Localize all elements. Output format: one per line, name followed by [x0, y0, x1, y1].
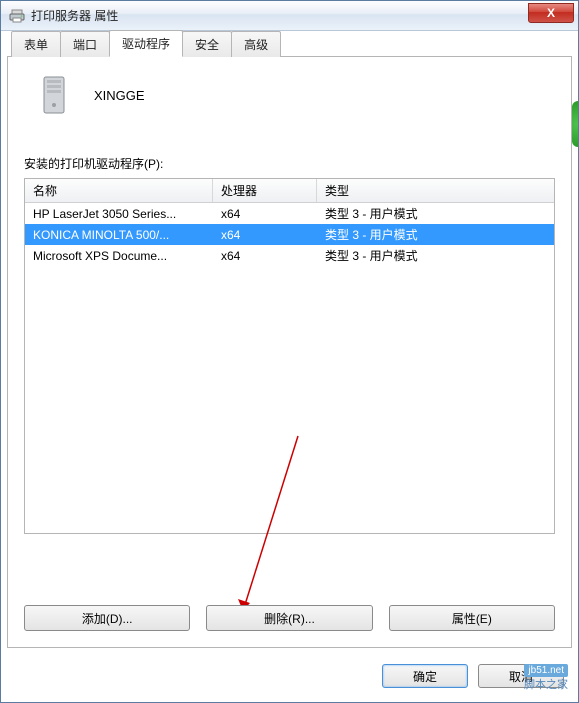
server-tower-icon [38, 75, 70, 115]
driver-name: Microsoft XPS Docume... [25, 249, 213, 263]
watermark-text: 脚本之家 [524, 679, 568, 691]
window-title: 打印服务器 属性 [31, 7, 118, 24]
close-icon: X [547, 6, 555, 20]
tab-ports[interactable]: 端口 [60, 31, 110, 57]
printer-icon [9, 8, 25, 24]
server-name: XINGGE [94, 88, 145, 103]
watermark-url: jb51.net [524, 664, 568, 677]
installed-drivers-label: 安装的打印机驱动程序(P): [24, 155, 555, 172]
ok-button[interactable]: 确定 [382, 664, 468, 688]
server-row: XINGGE [24, 75, 555, 115]
tab-panel-drivers: XINGGE 安装的打印机驱动程序(P): 名称 处理器 类型 HP Laser… [7, 57, 572, 648]
tab-drivers[interactable]: 驱动程序 [109, 30, 183, 57]
column-header-type[interactable]: 类型 [317, 179, 554, 202]
column-header-name[interactable]: 名称 [25, 179, 213, 202]
decorative-sliver [572, 101, 578, 147]
tabstrip: 表单 端口 驱动程序 安全 高级 [7, 31, 572, 57]
tab-forms[interactable]: 表单 [11, 31, 61, 57]
titlebar: 打印服务器 属性 X [1, 1, 578, 31]
driver-name: KONICA MINOLTA 500/... [25, 228, 213, 242]
driver-buttons-row: 添加(D)... 删除(R)... 属性(E) [24, 605, 555, 631]
driver-row[interactable]: Microsoft XPS Docume...x64类型 3 - 用户模式 [25, 245, 554, 266]
watermark: jb51.net 脚本之家 [524, 664, 568, 692]
remove-button[interactable]: 删除(R)... [206, 605, 372, 631]
tab-advanced[interactable]: 高级 [231, 31, 281, 57]
driver-list[interactable]: 名称 处理器 类型 HP LaserJet 3050 Series...x64类… [24, 178, 555, 534]
close-button[interactable]: X [528, 3, 574, 23]
driver-processor: x64 [213, 207, 317, 221]
driver-name: HP LaserJet 3050 Series... [25, 207, 213, 221]
driver-list-header: 名称 处理器 类型 [25, 179, 554, 203]
print-server-properties-window: 打印服务器 属性 X 表单 端口 驱动程序 安全 高级 [0, 0, 579, 703]
client-area: 表单 端口 驱动程序 安全 高级 XINGGE 安装的打印机 [7, 31, 572, 648]
tab-security[interactable]: 安全 [182, 31, 232, 57]
column-header-processor[interactable]: 处理器 [213, 179, 317, 202]
driver-row[interactable]: KONICA MINOLTA 500/...x64类型 3 - 用户模式 [25, 224, 554, 245]
driver-type: 类型 3 - 用户模式 [317, 247, 554, 264]
add-button[interactable]: 添加(D)... [24, 605, 190, 631]
driver-processor: x64 [213, 228, 317, 242]
driver-type: 类型 3 - 用户模式 [317, 226, 554, 243]
driver-processor: x64 [213, 249, 317, 263]
driver-row[interactable]: HP LaserJet 3050 Series...x64类型 3 - 用户模式 [25, 203, 554, 224]
properties-button[interactable]: 属性(E) [389, 605, 555, 631]
driver-type: 类型 3 - 用户模式 [317, 205, 554, 222]
